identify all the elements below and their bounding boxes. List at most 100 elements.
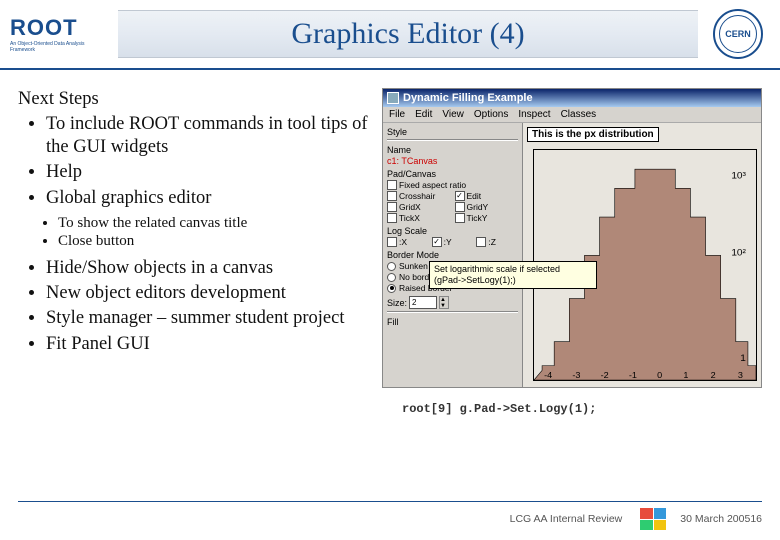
- text-column: Next Steps To include ROOT commands in t…: [18, 88, 370, 480]
- fill-label: Fill: [387, 315, 518, 327]
- option-grid: Crosshair Edit GridX GridY TickX TickY: [387, 191, 518, 223]
- window-icon: [387, 92, 399, 104]
- window-titlebar[interactable]: Dynamic Filling Example: [383, 89, 761, 107]
- divider: [387, 311, 518, 313]
- checkbox-icon[interactable]: [476, 237, 486, 247]
- svg-text:2: 2: [711, 370, 716, 380]
- bullet-list-1: To include ROOT commands in tool tips of…: [18, 113, 370, 210]
- app-body: Style Name c1: TCanvas Pad/Canvas Fixed …: [383, 123, 761, 387]
- ticky-row[interactable]: TickY: [455, 213, 519, 223]
- menu-classes[interactable]: Classes: [561, 109, 597, 120]
- logx-label: :X: [399, 237, 407, 247]
- size-value[interactable]: 2: [409, 296, 437, 309]
- fixed-aspect-label: Fixed aspect ratio: [399, 180, 466, 190]
- lcg-logo-icon: [640, 508, 666, 530]
- tooltip-line1: Set logarithmic scale if selected: [434, 264, 592, 275]
- window-title: Dynamic Filling Example: [403, 92, 533, 104]
- bullet-item: Global graphics editor: [46, 187, 370, 210]
- menu-edit[interactable]: Edit: [415, 109, 432, 120]
- title-band: Graphics Editor (4): [118, 10, 698, 58]
- checkbox-icon[interactable]: [455, 191, 465, 201]
- divider: [387, 139, 518, 141]
- footer-date: 30 March 2005: [680, 513, 750, 525]
- menu-inspect[interactable]: Inspect: [518, 109, 550, 120]
- style-label: Style: [387, 125, 518, 137]
- gridx-row[interactable]: GridX: [387, 202, 451, 212]
- logy-label: :Y: [444, 237, 452, 247]
- menu-file[interactable]: File: [389, 109, 405, 120]
- root-app-window: Dynamic Filling Example File Edit View O…: [382, 88, 762, 388]
- slide-header: ROOT An Object-Oriented Data Analysis Fr…: [0, 0, 780, 70]
- bullet-item: New object editors development: [46, 282, 370, 305]
- checkbox-icon[interactable]: [455, 213, 465, 223]
- radio-icon[interactable]: [387, 262, 396, 271]
- svg-text:-3: -3: [572, 370, 580, 380]
- next-steps-heading: Next Steps: [18, 88, 370, 111]
- radio-icon[interactable]: [387, 284, 396, 293]
- bullet-item: Help: [46, 161, 370, 184]
- svg-text:3: 3: [738, 370, 743, 380]
- svg-text:1: 1: [740, 353, 746, 364]
- canvas-area[interactable]: This is the px distribution 10³ 10² 1 -4…: [523, 123, 761, 387]
- bullet-item: Hide/Show objects in a canvas: [46, 257, 370, 280]
- slide-footer: LCG AA Internal Review 30 March 2005 16: [18, 501, 762, 530]
- tickx-label: TickX: [399, 213, 420, 223]
- cern-logo: CERN: [706, 4, 770, 64]
- sub-bullet-list: To show the related canvas title Close b…: [18, 214, 370, 252]
- checkbox-icon[interactable]: [432, 237, 442, 247]
- editor-side-panel: Style Name c1: TCanvas Pad/Canvas Fixed …: [383, 123, 523, 387]
- bullet-item: Style manager – summer student project: [46, 307, 370, 330]
- logz-row[interactable]: :Z: [476, 237, 518, 247]
- border-mode-label: Border Mode: [387, 248, 518, 260]
- svg-text:-1: -1: [629, 370, 637, 380]
- cern-logo-circle: CERN: [713, 9, 763, 59]
- screenshot-column: Dynamic Filling Example File Edit View O…: [382, 88, 762, 480]
- menu-view[interactable]: View: [442, 109, 464, 120]
- checkbox-icon[interactable]: [387, 191, 397, 201]
- crosshair-row[interactable]: Crosshair: [387, 191, 451, 201]
- log-grid: :X :Y :Z: [387, 237, 518, 247]
- checkbox-icon[interactable]: [387, 202, 397, 212]
- slide-content: Next Steps To include ROOT commands in t…: [0, 70, 780, 480]
- sub-bullet-item: To show the related canvas title: [58, 214, 370, 233]
- code-output-line: root[9] g.Pad->Set.Logy(1);: [382, 402, 762, 416]
- stepper-arrows-icon[interactable]: ▲▼: [439, 296, 449, 309]
- svg-text:-4: -4: [544, 370, 552, 380]
- page-number: 16: [750, 513, 762, 525]
- bullet-item: Fit Panel GUI: [46, 333, 370, 356]
- svg-text:10³: 10³: [731, 171, 746, 182]
- root-logo-subtitle: An Object-Oriented Data Analysis Framewo…: [10, 41, 110, 53]
- checkbox-icon[interactable]: [387, 213, 397, 223]
- menubar: File Edit View Options Inspect Classes: [383, 107, 761, 123]
- ticky-label: TickY: [467, 213, 488, 223]
- tooltip-popup: Set logarithmic scale if selected (gPad-…: [429, 261, 597, 289]
- tickx-row[interactable]: TickX: [387, 213, 451, 223]
- slide-title: Graphics Editor (4): [291, 17, 524, 51]
- edit-label: Edit: [467, 191, 482, 201]
- gridy-row[interactable]: GridY: [455, 202, 519, 212]
- pad-canvas-label: Pad/Canvas: [387, 169, 518, 179]
- name-label: Name: [387, 143, 518, 155]
- root-logo-text: ROOT: [10, 15, 78, 41]
- edit-row[interactable]: Edit: [455, 191, 519, 201]
- svg-text:0: 0: [657, 370, 662, 380]
- checkbox-icon[interactable]: [387, 180, 397, 190]
- logy-row[interactable]: :Y: [432, 237, 474, 247]
- gridx-label: GridX: [399, 202, 421, 212]
- menu-options[interactable]: Options: [474, 109, 508, 120]
- bullet-list-2: Hide/Show objects in a canvas New object…: [18, 257, 370, 356]
- footer-review: LCG AA Internal Review: [510, 513, 623, 525]
- checkbox-icon[interactable]: [387, 237, 397, 247]
- logz-label: :Z: [488, 237, 496, 247]
- tooltip-line2: (gPad->SetLogy(1);): [434, 275, 592, 286]
- svg-text:1: 1: [683, 370, 688, 380]
- canvas-title: This is the px distribution: [527, 127, 659, 142]
- logx-row[interactable]: :X: [387, 237, 429, 247]
- sub-bullet-item: Close button: [58, 232, 370, 251]
- radio-icon[interactable]: [387, 273, 396, 282]
- size-spinner[interactable]: Size: 2 ▲▼: [387, 296, 518, 309]
- svg-text:10²: 10²: [731, 248, 746, 259]
- fixed-aspect-row[interactable]: Fixed aspect ratio: [387, 180, 518, 190]
- checkbox-icon[interactable]: [455, 202, 465, 212]
- log-scale-label: Log Scale: [387, 224, 518, 236]
